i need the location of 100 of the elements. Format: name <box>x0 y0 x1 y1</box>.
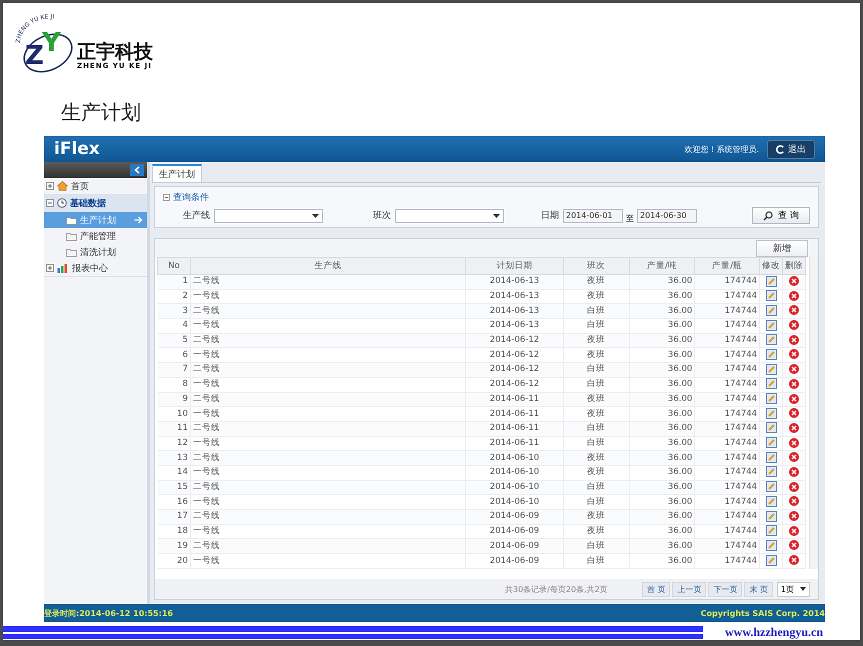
table-cell: 174744 <box>694 554 760 568</box>
table-cell: 36.00 <box>629 318 695 334</box>
edit-icon[interactable] <box>766 437 777 448</box>
delete-icon[interactable] <box>789 276 800 286</box>
pager-button[interactable]: 末 页 <box>744 582 773 596</box>
table-cell: 11 <box>158 421 190 436</box>
tree-item[interactable]: 基础数据 <box>44 195 147 212</box>
edit-icon[interactable] <box>766 540 777 551</box>
folder-icon <box>66 216 77 224</box>
edit-icon[interactable] <box>766 276 777 287</box>
scrollbar[interactable] <box>809 257 818 569</box>
table-cell: 二号线 <box>190 392 466 407</box>
edit-icon[interactable] <box>766 334 777 346</box>
table-cell: 二号线 <box>190 480 466 495</box>
page-select[interactable]: 1页 <box>776 582 810 596</box>
tree-item[interactable]: 报表中心 <box>44 260 147 277</box>
table-cell: 36.00 <box>629 480 695 495</box>
edit-icon[interactable] <box>766 422 777 434</box>
delete-icon[interactable] <box>789 290 800 301</box>
delete-icon[interactable] <box>789 466 800 477</box>
edit-icon[interactable] <box>766 481 777 492</box>
table-cell: 2014-06-10 <box>466 480 564 495</box>
shift-select[interactable] <box>395 208 504 222</box>
table-cell: 白班 <box>563 304 630 319</box>
clock-icon <box>57 198 67 208</box>
edit-icon[interactable] <box>766 304 777 316</box>
pager-button[interactable]: 首 页 <box>642 582 670 596</box>
table-cell: 174744 <box>694 538 760 554</box>
line-select[interactable] <box>214 208 323 222</box>
edit-icon[interactable] <box>766 408 777 419</box>
delete-icon[interactable] <box>789 320 800 330</box>
delete-icon[interactable] <box>789 511 800 522</box>
delete-icon[interactable] <box>789 378 800 389</box>
delete-icon[interactable] <box>789 349 800 360</box>
table-cell: 夜班 <box>563 450 630 466</box>
delete-icon[interactable] <box>789 334 800 345</box>
column-header: 生产线 <box>190 258 466 274</box>
delete-icon[interactable] <box>789 496 800 506</box>
table-cell: 174744 <box>694 421 760 436</box>
field-label: 日期 <box>541 210 559 222</box>
edit-icon[interactable] <box>766 348 777 360</box>
chevron-left-icon <box>134 166 140 174</box>
tree-item[interactable]: 产能管理 <box>44 228 147 244</box>
edit-icon[interactable] <box>766 496 777 507</box>
edit-icon[interactable] <box>766 320 777 331</box>
table-cell: 9 <box>158 392 190 407</box>
search-icon <box>763 210 774 220</box>
caret-icon <box>493 214 500 218</box>
table-cell: 174744 <box>694 480 760 495</box>
search-button[interactable]: 查 询 <box>752 207 810 224</box>
table-cell: 一号线 <box>190 318 466 334</box>
delete-icon[interactable] <box>789 540 800 550</box>
edit-icon[interactable] <box>766 510 777 522</box>
copyright-text: Copyrights SAIS Corp. 2014 <box>700 608 825 618</box>
delete-icon[interactable] <box>789 526 800 536</box>
edit-icon[interactable] <box>766 378 777 390</box>
table-cell: 2014-06-13 <box>466 304 564 319</box>
tree-item[interactable]: 清洗计划 <box>44 244 147 260</box>
column-header: 班次 <box>563 258 630 274</box>
table-cell: 2014-06-13 <box>466 318 564 334</box>
delete-icon[interactable] <box>789 555 800 566</box>
delete-icon[interactable] <box>789 364 800 374</box>
edit-icon[interactable] <box>766 554 777 566</box>
table-cell: 2014-06-13 <box>466 274 564 290</box>
delete-icon[interactable] <box>789 408 800 418</box>
pager-button[interactable]: 上一页 <box>672 582 706 596</box>
edit-icon[interactable] <box>766 290 777 302</box>
table-cell: 174744 <box>694 274 760 290</box>
welcome-text: 欢迎您！系统管理员. <box>684 144 759 154</box>
edit-icon[interactable] <box>766 393 777 404</box>
table-cell: 7 <box>158 362 190 378</box>
edit-icon[interactable] <box>766 466 777 478</box>
table-cell: 36.00 <box>629 510 695 524</box>
add-button[interactable]: 新增 <box>756 240 808 256</box>
delete-icon[interactable] <box>789 305 800 316</box>
table-cell: 36.00 <box>629 406 695 422</box>
table-cell: 36.00 <box>629 421 695 436</box>
logout-button[interactable]: 退出 <box>767 140 815 158</box>
table-cell: 白班 <box>563 362 630 378</box>
table-cell: 36.00 <box>629 362 695 378</box>
table-cell: 36.00 <box>629 465 695 480</box>
delete-icon[interactable] <box>789 422 800 433</box>
pager-button[interactable]: 下一页 <box>708 582 742 596</box>
delete-icon[interactable] <box>789 482 800 492</box>
arrow-icon <box>134 216 143 224</box>
delete-icon[interactable] <box>789 452 800 462</box>
delete-icon[interactable] <box>789 394 800 404</box>
date-to-field[interactable]: 2014-06-30 <box>637 208 697 222</box>
date-from-field[interactable]: 2014-06-01 <box>563 208 623 222</box>
edit-icon[interactable] <box>766 452 777 463</box>
logout-icon <box>776 144 785 154</box>
collapse-button[interactable] <box>130 164 144 176</box>
tab[interactable]: 生产计划 <box>152 164 202 182</box>
expander-icon <box>46 199 54 207</box>
table-cell: 夜班 <box>563 274 630 290</box>
table-cell: 二号线 <box>190 538 466 554</box>
edit-icon[interactable] <box>766 525 777 536</box>
delete-icon[interactable] <box>789 438 800 448</box>
table-cell: 二号线 <box>190 510 466 524</box>
edit-icon[interactable] <box>766 364 777 375</box>
